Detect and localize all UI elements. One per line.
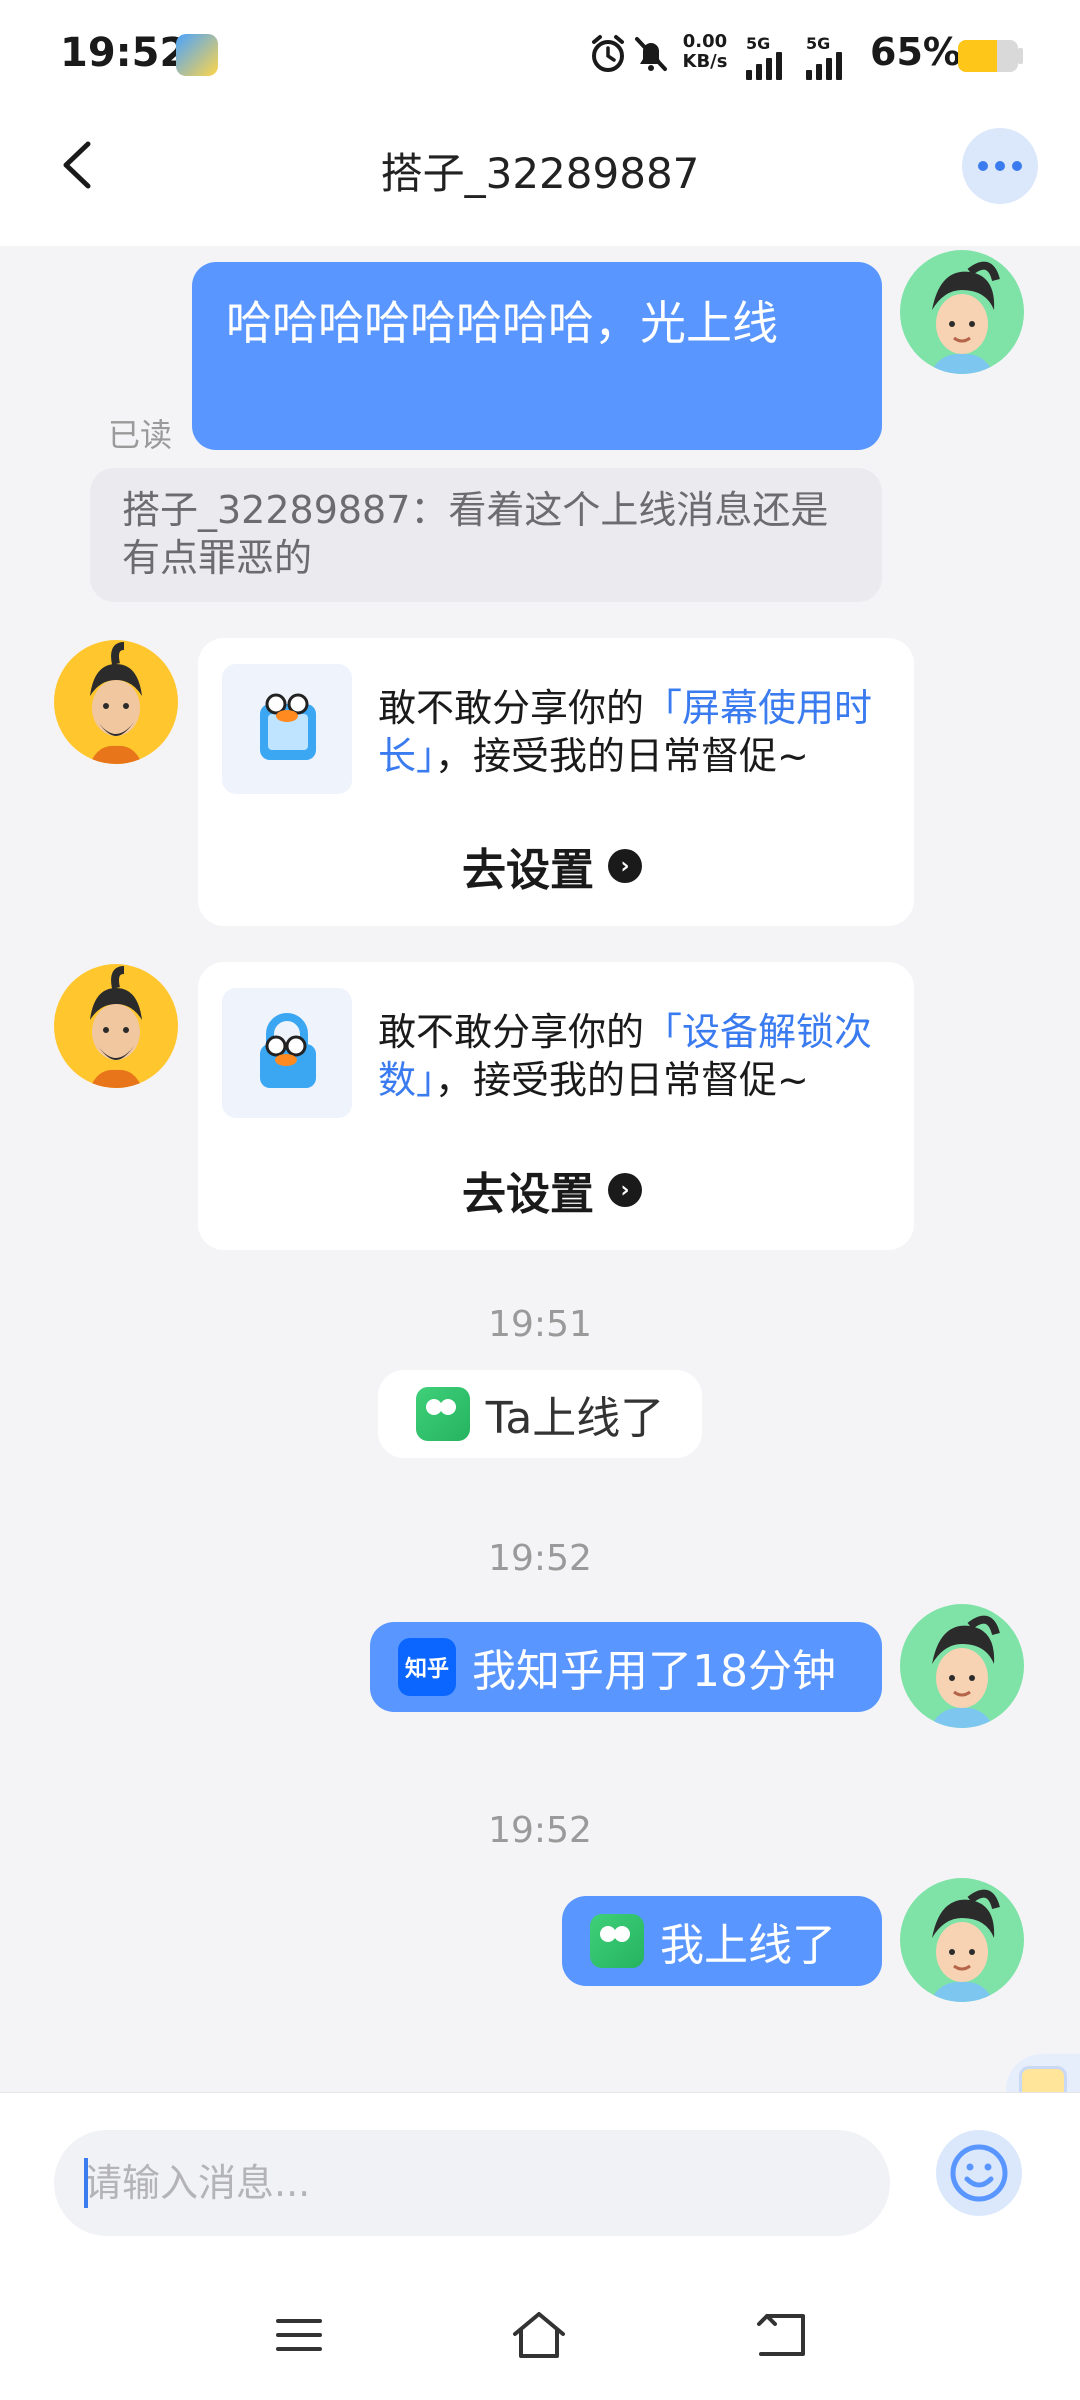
partner-avatar[interactable] [54, 640, 178, 764]
chevron-right-icon: › [608, 1173, 642, 1207]
chevron-right-icon: › [608, 849, 642, 883]
avatar-face-icon [930, 1889, 1000, 2002]
screen-time-icon [222, 664, 352, 794]
message-input[interactable] [54, 2130, 890, 2236]
signal-icon: 5G [746, 34, 782, 80]
net-speed-unit: KB/s [682, 51, 728, 72]
avatar-face-icon [930, 1615, 1000, 1728]
avatar-face-icon [90, 966, 142, 1088]
self-online-text: 我上线了 [660, 1920, 836, 1971]
setup-label: 去设置 [462, 1169, 594, 1220]
partner-avatar[interactable] [54, 964, 178, 1088]
alarm-icon [592, 35, 624, 72]
app-logo-icon [590, 1914, 644, 1968]
menu-icon [276, 2319, 322, 2351]
partner-online-notice: Ta上线了 [378, 1370, 702, 1458]
signal-icon-2: 5G [806, 34, 842, 80]
unlock-count-setup-button[interactable]: 去设置 › [462, 1158, 642, 1222]
unlock-count-card-text: 敢不敢分享你的「设备解锁次数」，接受我的日常督促~ [378, 1008, 908, 1104]
battery-icon [958, 40, 1018, 72]
sent-message-bubble[interactable]: 哈哈哈哈哈哈哈哈，光上线 [192, 262, 882, 450]
card-text-suffix: ，接受我的日常督促~ [435, 1058, 809, 1102]
quoted-message[interactable]: 搭子_32289887：看着这个上线消息还是有点罪恶的 [90, 468, 882, 602]
battery-cap [1018, 48, 1023, 64]
home-button[interactable] [494, 2290, 584, 2380]
setup-label: 去设置 [462, 845, 594, 896]
my-avatar[interactable] [900, 1878, 1024, 2002]
status-time: 19:52 [60, 30, 188, 76]
back-nav-button[interactable] [736, 2290, 826, 2380]
mute-icon [635, 37, 667, 71]
screen-time-setup-button[interactable]: 去设置 › [462, 834, 642, 898]
text-caret [84, 2158, 88, 2208]
unlock-count-icon [222, 988, 352, 1118]
sim1-label: 5G [746, 34, 771, 53]
home-icon [513, 2312, 565, 2358]
zhihu-icon: 知乎 [398, 1638, 456, 1696]
battery-text: 65% [870, 30, 961, 74]
timestamp: 19:52 [488, 1810, 592, 1851]
card-text-prefix: 敢不敢分享你的 [378, 686, 645, 730]
avatar-face-icon [930, 261, 1000, 374]
smiley-icon [950, 2144, 1008, 2202]
partner-online-text: Ta上线了 [485, 1393, 665, 1444]
emoji-button[interactable] [936, 2130, 1022, 2216]
self-online-bubble[interactable]: 我上线了 [562, 1896, 882, 1986]
card-text-suffix: ，接受我的日常督促~ [435, 734, 809, 778]
net-speed: 0.00 KB/s [680, 32, 730, 72]
back-icon [757, 2314, 805, 2356]
zhihu-usage-text: 我知乎用了18分钟 [472, 1646, 836, 1697]
page-title: 搭子_32289887 [380, 149, 700, 198]
more-dots-icon [978, 161, 988, 171]
card-text-prefix: 敢不敢分享你的 [378, 1010, 645, 1054]
zhihu-usage-bubble[interactable]: 知乎 我知乎用了18分钟 [370, 1622, 882, 1712]
battery-fill [958, 40, 997, 72]
screen-time-card-text: 敢不敢分享你的「屏幕使用时长」，接受我的日常督促~ [378, 684, 908, 780]
net-speed-value: 0.00 [682, 31, 728, 52]
timestamp: 19:52 [488, 1538, 592, 1579]
my-avatar[interactable] [900, 1604, 1024, 1728]
my-avatar[interactable] [900, 250, 1024, 374]
sim2-label: 5G [806, 34, 831, 53]
avatar-face-icon [90, 642, 142, 764]
menu-button[interactable] [254, 2290, 344, 2380]
more-button[interactable] [962, 128, 1038, 204]
app-logo-icon [415, 1387, 470, 1441]
read-status: 已读 [108, 416, 173, 454]
timestamp: 19:51 [488, 1304, 592, 1345]
app-notification-icon [176, 34, 218, 76]
